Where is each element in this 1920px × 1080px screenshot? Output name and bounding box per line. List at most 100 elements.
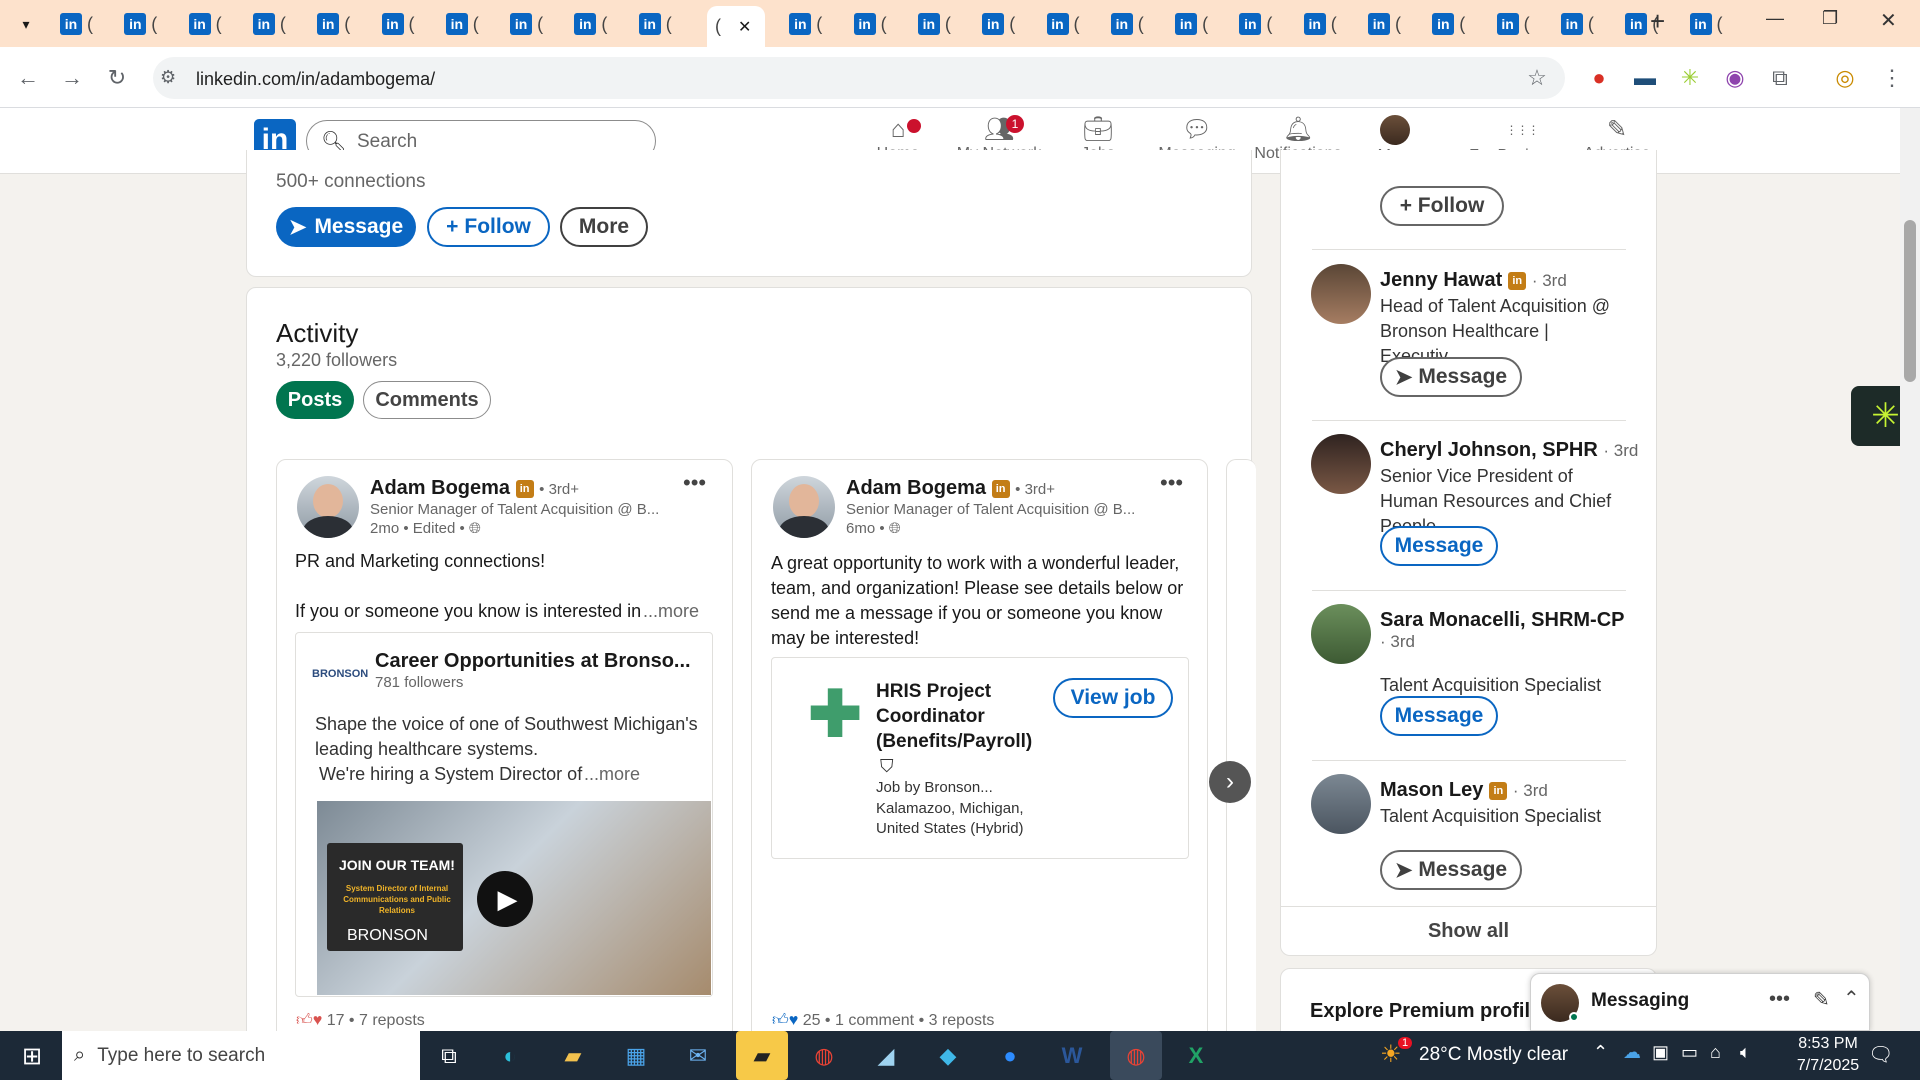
post-author-name[interactable]: Adam Bogema in • 3rd+: [846, 477, 1055, 500]
more-button[interactable]: More: [560, 207, 648, 247]
tab-search-icon[interactable]: ▾: [12, 10, 40, 38]
view-job-button[interactable]: View job: [1053, 678, 1173, 718]
tab-linkedin[interactable]: in(: [1682, 7, 1723, 41]
post-reactions[interactable]: 👍︎♥ 17 • 7 reposts: [296, 1011, 425, 1030]
url-text[interactable]: linkedin.com/in/adambogema/: [196, 69, 435, 90]
zoom-icon[interactable]: ●: [990, 1036, 1030, 1076]
tab-comments[interactable]: Comments: [363, 381, 491, 419]
weather-text[interactable]: 28°C Mostly clear: [1419, 1044, 1568, 1066]
person-avatar[interactable]: [1311, 774, 1371, 834]
store-icon[interactable]: ▦: [616, 1036, 656, 1076]
tab-linkedin[interactable]: in(: [1231, 7, 1272, 41]
tab-linkedin[interactable]: in(: [1424, 7, 1465, 41]
notification-center-icon[interactable]: 🗨︎: [1868, 1042, 1893, 1067]
windows-start-icon[interactable]: ⊞: [12, 1036, 52, 1076]
job-title[interactable]: HRIS Project Coordinator (Benefits/Payro…: [876, 679, 1036, 754]
maximize-button[interactable]: ❐: [1822, 8, 1838, 29]
tab-linkedin[interactable]: in(: [566, 7, 607, 41]
post-options-icon[interactable]: •••: [683, 470, 706, 496]
tab-active[interactable]: (✕: [707, 6, 765, 47]
excel-icon[interactable]: X: [1176, 1036, 1216, 1076]
show-all-button[interactable]: Show all: [1280, 906, 1657, 956]
taskbar-search-input[interactable]: ⌕ Type here to search: [62, 1031, 420, 1080]
video-thumbnail[interactable]: JOIN OUR TEAM! System Director of Intern…: [317, 801, 711, 995]
tab-linkedin[interactable]: in(: [1553, 7, 1594, 41]
word-icon[interactable]: W: [1052, 1036, 1092, 1076]
minimize-button[interactable]: —: [1766, 8, 1784, 29]
messaging-options-icon[interactable]: •••: [1769, 988, 1790, 1011]
tab-linkedin[interactable]: in(: [1039, 7, 1080, 41]
message-button[interactable]: Message: [1380, 526, 1498, 566]
tab-posts[interactable]: Posts: [276, 381, 354, 419]
embed-title[interactable]: Career Opportunities at Bronso...: [375, 650, 691, 673]
app-diamond-icon[interactable]: ◆: [928, 1036, 968, 1076]
clock-date[interactable]: 7/7/2025: [1788, 1057, 1868, 1075]
person-name-line[interactable]: Sara Monacelli, SHRM-CP · 3rd: [1380, 609, 1640, 652]
tab-linkedin[interactable]: in(: [631, 7, 672, 41]
person-avatar[interactable]: [1311, 604, 1371, 664]
see-more-link[interactable]: ...more: [643, 601, 699, 622]
menu-kebab-icon[interactable]: ⋮: [1876, 62, 1908, 94]
tab-linkedin[interactable]: in(: [116, 7, 157, 41]
chrome-active-icon[interactable]: ◍: [1110, 1031, 1162, 1080]
compose-icon[interactable]: ✎: [1813, 987, 1830, 1012]
extension-pokeball-icon[interactable]: ●: [1583, 62, 1615, 94]
follow-button[interactable]: + Follow: [1380, 186, 1504, 226]
tab-linkedin[interactable]: in(: [974, 7, 1015, 41]
premium-title[interactable]: Explore Premium profile: [1310, 1000, 1541, 1023]
sticky-notes-icon[interactable]: ▰: [736, 1031, 788, 1080]
tab-linkedin[interactable]: in(: [1167, 7, 1208, 41]
task-view-icon[interactable]: ⧉: [429, 1036, 469, 1076]
tab-linkedin[interactable]: in(: [374, 7, 415, 41]
tab-close-icon[interactable]: ✕: [738, 17, 751, 37]
tab-linkedin[interactable]: in(: [502, 7, 543, 41]
tray-chevron-icon[interactable]: ⌃: [1593, 1042, 1608, 1063]
carousel-next-icon[interactable]: ›: [1209, 761, 1251, 803]
close-window-button[interactable]: ✕: [1880, 8, 1897, 33]
new-tab-button[interactable]: +: [1650, 6, 1665, 37]
tab-linkedin[interactable]: in(: [1489, 7, 1530, 41]
edge-icon[interactable]: ◐: [490, 1036, 530, 1076]
extension-circle-icon[interactable]: ◉: [1719, 62, 1751, 94]
tab-linkedin[interactable]: in(: [438, 7, 479, 41]
volume-icon[interactable]: 🔈︎: [1740, 1042, 1751, 1063]
connections-count[interactable]: 500+ connections: [276, 171, 425, 193]
tab-linkedin[interactable]: in(: [309, 7, 350, 41]
profile-icon[interactable]: ◎: [1829, 62, 1861, 94]
post-author-name[interactable]: Adam Bogema in • 3rd+: [370, 477, 579, 500]
chrome-icon[interactable]: ◍: [804, 1036, 844, 1076]
person-avatar[interactable]: [1311, 264, 1371, 324]
site-info-icon[interactable]: ⚙: [160, 67, 176, 88]
reload-icon[interactable]: ↻: [101, 62, 133, 94]
meet-icon[interactable]: ▣: [1652, 1042, 1669, 1063]
battery-icon[interactable]: ▭: [1681, 1042, 1698, 1063]
tab-linkedin[interactable]: in(: [1296, 7, 1337, 41]
author-avatar[interactable]: [297, 476, 359, 538]
embed-see-more[interactable]: ...more: [584, 764, 640, 785]
tab-linkedin[interactable]: in(: [781, 7, 822, 41]
tab-linkedin[interactable]: in(: [52, 7, 93, 41]
person-name-line[interactable]: Mason Ley in · 3rd: [1380, 779, 1640, 802]
person-name-line[interactable]: Cheryl Johnson, SPHR · 3rd: [1380, 439, 1640, 462]
bookmark-star-icon[interactable]: ☆: [1521, 62, 1553, 94]
message-button[interactable]: Message: [1380, 696, 1498, 736]
author-avatar[interactable]: [773, 476, 835, 538]
follow-button[interactable]: + Follow: [427, 207, 550, 247]
play-icon[interactable]: ▶: [477, 871, 533, 927]
back-icon[interactable]: ←: [12, 62, 44, 94]
forward-icon[interactable]: →: [56, 62, 88, 94]
scrollbar-thumb[interactable]: [1904, 220, 1916, 382]
person-name-line[interactable]: Jenny Hawat in · 3rd: [1380, 269, 1640, 292]
message-button[interactable]: ➤ Message: [1380, 357, 1522, 397]
mail-icon[interactable]: ✉: [678, 1036, 718, 1076]
chevron-up-icon[interactable]: ⌃: [1843, 986, 1860, 1011]
network-icon[interactable]: ⌂: [1710, 1042, 1721, 1063]
message-button[interactable]: ➤ Message: [276, 207, 416, 247]
person-avatar[interactable]: [1311, 434, 1371, 494]
tab-linkedin[interactable]: in(: [181, 7, 222, 41]
tab-linkedin[interactable]: in(: [1103, 7, 1144, 41]
messaging-overlay[interactable]: Messaging ••• ✎ ⌃: [1530, 973, 1870, 1031]
tab-linkedin[interactable]: in(: [910, 7, 951, 41]
file-explorer-icon[interactable]: ▰: [553, 1036, 593, 1076]
clock-time[interactable]: 8:53 PM: [1788, 1035, 1868, 1053]
